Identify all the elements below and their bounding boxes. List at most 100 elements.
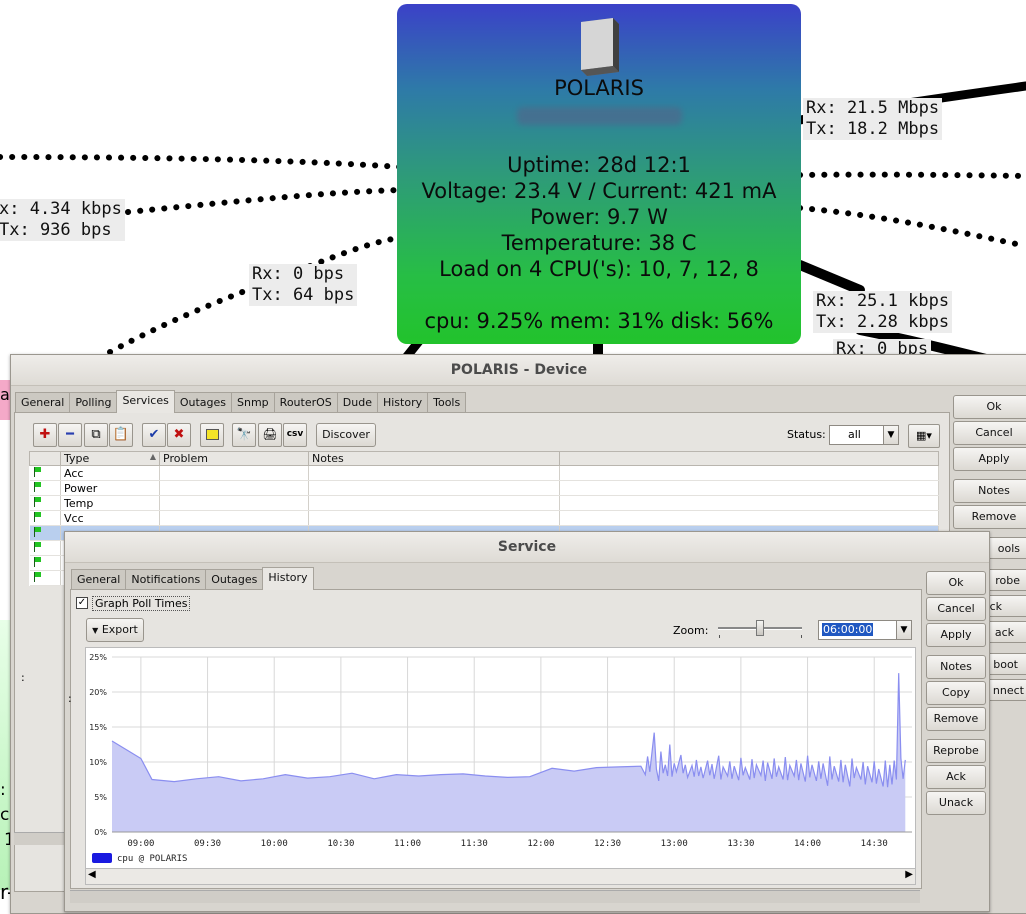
service-notes [308,465,560,481]
table-row[interactable]: Power [29,480,939,496]
tab-services[interactable]: Services [116,390,175,413]
map-node-text-fragment: c [0,805,10,825]
column-header-flag[interactable] [29,451,61,466]
status-select[interactable]: all ▼ [829,425,899,445]
paste-icon[interactable]: 📋 [109,423,133,447]
link-traffic-label: Rx: 0 bps Tx: 64 bps [249,264,358,306]
remove-button[interactable]: Remove [953,505,1026,529]
flag-icon [33,541,42,552]
export-button[interactable]: ▼ Export [86,618,144,642]
graph-poll-times-label: Graph Poll Times [92,596,191,611]
link-traffic-label: Rx: 21.5 Mbps Tx: 18.2 Mbps [803,98,943,140]
ok-button[interactable]: Ok [953,395,1026,419]
tab-tools[interactable]: Tools [427,392,467,413]
print-icon[interactable]: 🖨 [258,423,282,447]
series-area [112,673,906,832]
zoom-slider-handle[interactable] [756,620,764,636]
tab-history[interactable]: History [376,392,429,413]
y-tick-label: 10% [89,758,107,767]
table-row[interactable]: Vcc [29,510,939,526]
cancel-button[interactable]: Cancel [953,421,1026,445]
service-notes [308,510,560,526]
zoom-select-value: 06:00:00 [822,623,874,636]
tab-polling[interactable]: Polling [69,392,118,413]
zoom-select[interactable]: 06:00:00 ▼ [818,620,912,640]
remove-icon[interactable]: ━ [58,423,82,447]
legend-swatch [92,853,112,863]
add-icon[interactable]: ✚ [33,423,57,447]
status-label: Status: [787,428,826,441]
column-header-empty [559,451,939,466]
tab-history[interactable]: History [262,567,314,590]
disable-icon[interactable]: ✖ [167,423,191,447]
column-header-problem[interactable]: Problem [159,451,309,466]
flag-icon [33,496,42,507]
x-tick-label: 10:30 [327,839,354,849]
tab-routeros[interactable]: RouterOS [273,392,338,413]
find-icon[interactable]: 🔭 [232,423,256,447]
service-type: Temp [60,495,160,511]
device-summary: cpu: 9.25% mem: 31% disk: 56% [424,309,774,333]
comment-icon[interactable] [200,423,224,447]
chevron-down-icon: ▼ [883,426,898,444]
apply-button[interactable]: Apply [953,447,1026,471]
unack-button[interactable]: Unack [926,791,986,815]
service-window: Service General Notifications Outages Hi… [64,531,990,912]
services-toolbar: ✚ ━ ⧉ 📋 ✔ ✖ 🔭 🖨 csv [33,423,307,447]
tab-dude[interactable]: Dude [336,392,378,413]
column-header-type[interactable]: Type ▲ [60,451,160,466]
copy-button[interactable]: Copy [926,681,986,705]
x-tick-label: 12:30 [594,839,621,849]
tab-general[interactable]: General [71,569,127,590]
flag-icon [33,481,42,492]
device-voltage: Voltage: 23.4 V / Current: 421 mA [421,179,777,203]
scroll-right-icon[interactable]: ▶ [905,869,913,880]
chart-scrollbar[interactable]: ◀ ▶ [85,868,916,885]
cpu-history-chart: 25% 20% 15% 10% 5% 0% 09:00 09:30 10:00 10:30 11:0… [89,653,912,864]
table-row[interactable]: Acc [29,465,939,481]
notes-button[interactable]: Notes [953,479,1026,503]
enable-icon[interactable]: ✔ [142,423,166,447]
cancel-button[interactable]: Cancel [926,597,986,621]
device-tabs: General Polling Services Outages Snmp Ro… [15,390,467,413]
columns-menu-icon[interactable]: ▦▾ [908,424,940,448]
tab-outages[interactable]: Outages [173,392,233,413]
tab-outages[interactable]: Outages [205,569,264,590]
legend-label: cpu @ POLARIS [117,854,187,864]
remove-button[interactable]: Remove [926,707,986,731]
x-tick-label: 09:00 [127,839,154,849]
x-tick-label: 12:00 [527,839,554,849]
csv-icon[interactable]: csv [283,423,307,447]
column-header-notes[interactable]: Notes [308,451,560,466]
zoom-label: Zoom: [673,624,709,637]
scroll-left-icon[interactable]: ◀ [88,869,96,880]
tab-notifications[interactable]: Notifications [125,569,207,590]
device-name: POLARIS [554,76,644,100]
ok-button[interactable]: Ok [926,571,986,595]
device-cpu-load: Load on 4 CPU('s): 10, 7, 12, 8 [439,257,759,281]
splitter-marker: : [21,671,25,684]
series-line [111,673,906,788]
tab-snmp[interactable]: Snmp [231,392,275,413]
service-tabs: General Notifications Outages History [71,567,314,590]
service-window-title: Service [65,532,989,563]
device-window-title: POLARIS - Device [11,355,1026,386]
x-tick-label: 14:30 [861,839,888,849]
notes-button[interactable]: Notes [926,655,986,679]
device-node-polaris[interactable]: POLARIS Uptime: 28d 12:1 Voltage: 23.4 V… [397,4,801,344]
table-row[interactable]: Temp [29,495,939,511]
reprobe-button[interactable]: Reprobe [926,739,986,763]
ack-button[interactable]: Ack [926,765,986,789]
map-node-text-fragment: : [0,780,6,800]
x-tick-label: 10:00 [261,839,288,849]
discover-button[interactable]: Discover [316,423,376,447]
x-tick-label: 09:30 [194,839,221,849]
y-tick-label: 15% [89,723,107,732]
apply-button[interactable]: Apply [926,623,986,647]
service-type: Vcc [60,510,160,526]
tab-general[interactable]: General [15,392,71,413]
zoom-slider[interactable] [716,618,804,640]
copy-icon[interactable]: ⧉ [84,423,108,447]
device-power: Power: 9.7 W [530,205,668,229]
service-notes [308,480,560,496]
